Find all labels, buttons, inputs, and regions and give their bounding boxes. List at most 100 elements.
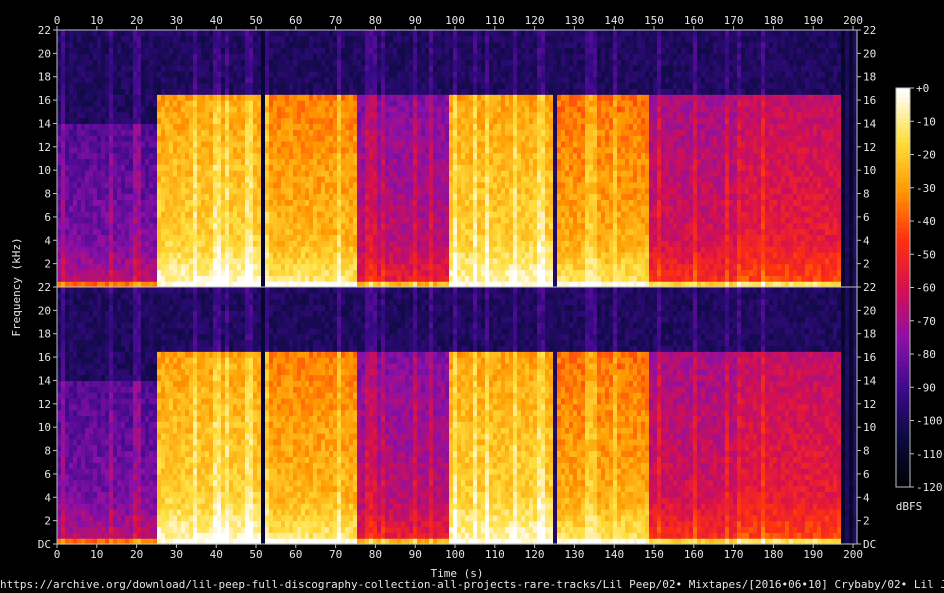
spectrogram-cell bbox=[153, 228, 158, 236]
spectrogram-cell bbox=[189, 234, 194, 241]
spectrogram-cell bbox=[381, 205, 386, 212]
spectrogram-cell bbox=[109, 88, 114, 95]
spectrogram-cell bbox=[369, 146, 374, 154]
spectrogram-cell bbox=[257, 135, 262, 142]
spectrogram-cell bbox=[233, 240, 238, 247]
spectrogram-cell bbox=[249, 199, 254, 206]
spectrogram-cell bbox=[277, 140, 282, 148]
spectrogram-cell bbox=[165, 263, 170, 271]
spectrogram-cell bbox=[477, 170, 482, 177]
spectrogram-cell bbox=[449, 146, 454, 154]
spectrogram-cell bbox=[381, 269, 386, 276]
spectrogram-cell bbox=[401, 82, 406, 90]
spectrogram-cell bbox=[465, 152, 470, 160]
spectrogram-cell bbox=[305, 269, 310, 276]
spectrogram-cell bbox=[181, 193, 186, 200]
spectrogram-cell bbox=[293, 123, 298, 130]
spectrogram-cell bbox=[393, 76, 398, 84]
spectrogram-cell bbox=[61, 216, 66, 224]
spectrogram-cell bbox=[409, 269, 414, 276]
spectrogram-cell bbox=[109, 257, 114, 265]
spectrogram-cell bbox=[341, 111, 346, 119]
spectrogram-cell bbox=[305, 76, 310, 84]
spectrogram-cell bbox=[429, 158, 434, 165]
spectrogram-cell bbox=[281, 88, 286, 95]
spectrogram-cell bbox=[233, 100, 238, 107]
spectrogram-cell bbox=[337, 257, 342, 265]
spectrogram-cell bbox=[381, 76, 386, 84]
spectrogram-cell bbox=[205, 76, 210, 84]
spectrogram-cell bbox=[349, 275, 354, 282]
spectrogram-cell bbox=[89, 205, 94, 212]
spectrogram-cell bbox=[69, 275, 74, 282]
spectrogram-cell bbox=[337, 176, 342, 183]
spectrogram-cell bbox=[157, 41, 162, 49]
spectrogram-cell bbox=[85, 222, 90, 230]
spectrogram-cell bbox=[477, 88, 482, 95]
spectrogram-cell bbox=[433, 170, 438, 177]
spectrogram-cell bbox=[469, 129, 474, 136]
spectrogram-cell bbox=[353, 41, 358, 49]
spectrogram-cell bbox=[413, 30, 418, 37]
spectrogram-cell bbox=[481, 111, 486, 119]
spectrogram-cell bbox=[273, 140, 278, 148]
spectrogram-cell bbox=[133, 100, 138, 107]
spectrogram-cell bbox=[101, 59, 106, 66]
spectrogram-cell bbox=[213, 88, 218, 95]
spectrogram-cell bbox=[257, 234, 262, 241]
spectrogram-cell bbox=[157, 135, 162, 142]
spectrogram-cell bbox=[209, 105, 214, 113]
spectrogram-cell bbox=[241, 240, 246, 247]
spectrogram-cell bbox=[265, 140, 270, 148]
spectrogram-cell bbox=[177, 53, 182, 60]
spectrogram-cell bbox=[125, 146, 130, 154]
spectrogram-cell bbox=[141, 117, 146, 125]
spectrogram-cell bbox=[309, 82, 314, 90]
spectrogram-cell bbox=[413, 100, 418, 107]
spectrogram-cell bbox=[321, 263, 326, 271]
spectrogram-cell bbox=[277, 176, 282, 183]
spectrogram-cell bbox=[97, 187, 102, 195]
spectrogram-cell bbox=[461, 275, 466, 282]
spectrogram-cell bbox=[121, 275, 126, 282]
spectrogram-cell bbox=[373, 129, 378, 136]
spectrogram-cell bbox=[177, 35, 182, 43]
spectrogram-cell bbox=[285, 111, 290, 119]
spectrogram-cell bbox=[229, 205, 234, 212]
spectrogram-cell bbox=[145, 222, 150, 230]
spectrogram-cell bbox=[157, 70, 162, 78]
spectrogram-cell bbox=[133, 88, 138, 95]
spectrogram-cell bbox=[65, 59, 70, 66]
spectrogram-cell bbox=[189, 47, 194, 54]
spectrogram-cell bbox=[345, 129, 350, 136]
spectrogram-cell bbox=[453, 152, 458, 160]
spectrogram-cell bbox=[389, 193, 394, 200]
spectrogram-cell bbox=[197, 234, 202, 241]
spectrogram-cell bbox=[409, 94, 414, 101]
spectrogram-cell bbox=[181, 105, 186, 113]
spectrogram-cell bbox=[357, 251, 362, 259]
spectrogram-cell bbox=[241, 140, 246, 148]
spectrogram-cell bbox=[341, 117, 346, 125]
spectrogram-cell bbox=[225, 105, 230, 113]
spectrogram-cell bbox=[261, 35, 266, 43]
spectrogram-cell bbox=[229, 211, 234, 218]
spectrogram-cell bbox=[433, 181, 438, 189]
spectrogram-cell bbox=[157, 164, 162, 171]
spectrogram-cell bbox=[461, 94, 466, 101]
spectrogram-cell bbox=[149, 111, 154, 119]
spectrogram-cell bbox=[377, 100, 382, 107]
spectrogram-cell bbox=[109, 152, 114, 160]
spectrogram-cell bbox=[165, 94, 170, 101]
spectrogram-cell bbox=[57, 117, 62, 125]
spectrogram-cell bbox=[285, 76, 290, 84]
spectrogram-cell bbox=[257, 65, 262, 72]
spectrogram-cell bbox=[97, 152, 102, 160]
spectrogram-cell bbox=[209, 193, 214, 200]
spectrogram-cell bbox=[129, 88, 134, 95]
spectrogram-cell bbox=[365, 228, 370, 236]
spectrogram-cell bbox=[229, 170, 234, 177]
spectrogram-cell bbox=[129, 41, 134, 49]
spectrogram-cell bbox=[261, 152, 266, 160]
spectrogram-cell bbox=[297, 111, 302, 119]
